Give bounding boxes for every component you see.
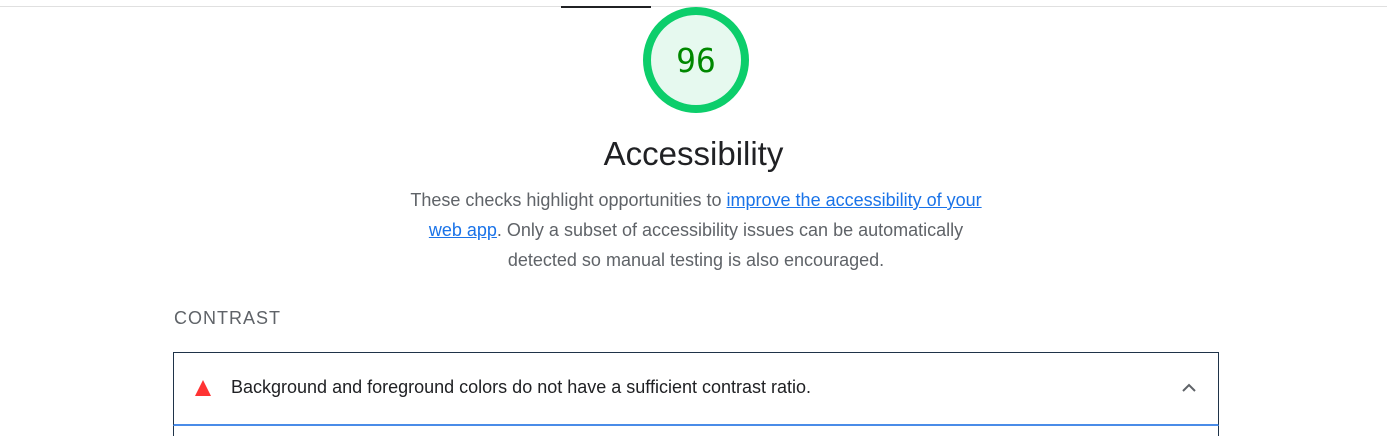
category-description: These checks highlight opportunities to …	[396, 185, 996, 275]
fail-triangle-icon	[195, 380, 211, 396]
score-value: 96	[676, 40, 716, 80]
category-title: Accessibility	[603, 135, 784, 172]
audit-title: Background and foreground colors do not …	[231, 377, 812, 397]
chevron-up-icon[interactable]	[1180, 379, 1198, 397]
group-title: CONTRAST	[174, 308, 281, 328]
description-text-before: These checks highlight opportunities to	[410, 190, 727, 210]
score-gauge[interactable]: 96	[641, 6, 751, 116]
active-tab-indicator	[561, 6, 651, 8]
audit-details-panel	[173, 426, 1219, 436]
description-text-after: . Only a subset of accessibility issues …	[496, 220, 964, 270]
audit-contrast[interactable]: Background and foreground colors do not …	[173, 352, 1219, 426]
